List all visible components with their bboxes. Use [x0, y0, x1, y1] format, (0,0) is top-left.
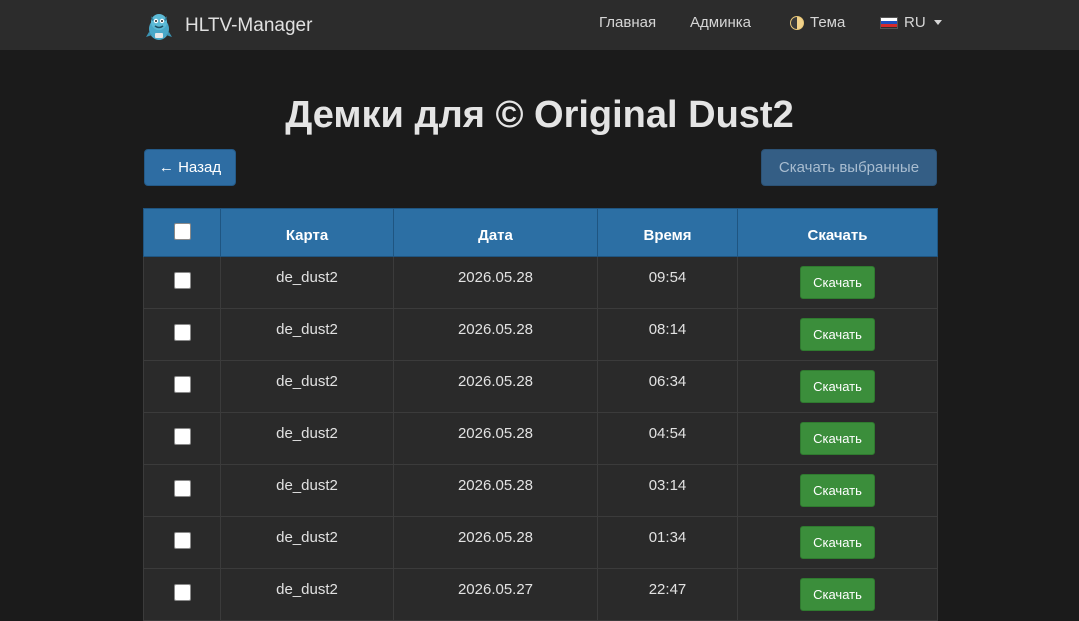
cell-date: 2026.05.28 [393, 464, 598, 517]
row-checkbox[interactable] [173, 480, 191, 497]
navbar: HLTV-Manager Главная Админка Тема RU [0, 0, 1079, 50]
hltv-logo-icon [146, 14, 172, 40]
cell-time: 09:54 [597, 256, 738, 309]
row-select-cell [143, 516, 221, 569]
cell-date: 2026.05.28 [393, 256, 598, 309]
cell-map: de_dust2 [220, 308, 394, 361]
cell-date: 2026.05.28 [393, 308, 598, 361]
download-button[interactable]: Скачать [800, 422, 875, 455]
download-selected-button[interactable]: Скачать выбранные [761, 149, 937, 186]
download-button[interactable]: Скачать [800, 318, 875, 351]
table-row: de_dust2 2026.05.28 08:14 Скачать [143, 308, 938, 361]
download-button[interactable]: Скачать [800, 370, 875, 403]
theme-toggle-icon [790, 15, 804, 30]
cell-download: Скачать [737, 308, 938, 361]
select-all-checkbox[interactable] [173, 223, 191, 240]
russia-flag-icon [880, 16, 898, 29]
header-map: Карта [220, 208, 394, 257]
row-select-cell [143, 360, 221, 413]
cell-download: Скачать [737, 256, 938, 309]
language-label: RU [904, 14, 926, 31]
theme-label: Тема [810, 14, 846, 31]
cell-time: 01:34 [597, 516, 738, 569]
download-button[interactable]: Скачать [800, 266, 875, 299]
cell-download: Скачать [737, 360, 938, 413]
row-checkbox[interactable] [173, 428, 191, 445]
cell-map: de_dust2 [220, 412, 394, 465]
table-row: de_dust2 2026.05.28 04:54 Скачать [143, 412, 938, 465]
cell-time: 04:54 [597, 412, 738, 465]
theme-toggle[interactable]: Тема [790, 14, 845, 31]
row-select-cell [143, 308, 221, 361]
row-select-cell [143, 464, 221, 517]
row-select-cell [143, 412, 221, 465]
row-checkbox[interactable] [173, 376, 191, 393]
header-select-all [143, 208, 221, 257]
download-button[interactable]: Скачать [800, 474, 875, 507]
row-checkbox[interactable] [173, 584, 191, 601]
cell-download: Скачать [737, 464, 938, 517]
row-checkbox[interactable] [173, 532, 191, 549]
language-dropdown[interactable]: RU [880, 14, 942, 31]
row-checkbox[interactable] [173, 324, 191, 341]
caret-down-icon [933, 20, 942, 25]
table-row: de_dust2 2026.05.28 03:14 Скачать [143, 464, 938, 517]
table-row: de_dust2 2026.05.28 09:54 Скачать [143, 256, 938, 309]
demos-table: Карта Дата Время Скачать de_dust2 2026.0… [143, 208, 938, 621]
cell-map: de_dust2 [220, 360, 394, 413]
cell-download: Скачать [737, 412, 938, 465]
cell-time: 06:34 [597, 360, 738, 413]
brand-name: HLTV-Manager [185, 15, 313, 36]
download-button[interactable]: Скачать [800, 578, 875, 611]
row-checkbox[interactable] [173, 272, 191, 289]
page-title: Демки для © Original Dust2 [285, 94, 794, 136]
nav-admin-label: Админка [690, 14, 751, 31]
nav-admin-link[interactable]: Админка [690, 14, 751, 31]
brand-link[interactable]: HLTV-Manager [143, 10, 312, 42]
download-button[interactable]: Скачать [800, 526, 875, 559]
nav-home-link[interactable]: Главная [599, 14, 656, 31]
back-button[interactable]: ← Назад [144, 149, 236, 186]
cell-time: 03:14 [597, 464, 738, 517]
row-select-cell [143, 256, 221, 309]
header-date: Дата [393, 208, 598, 257]
table-row: de_dust2 2026.05.28 01:34 Скачать [143, 516, 938, 569]
cell-date: 2026.05.28 [393, 360, 598, 413]
cell-map: de_dust2 [220, 516, 394, 569]
cell-map: de_dust2 [220, 256, 394, 309]
cell-time: 08:14 [597, 308, 738, 361]
cell-download: Скачать [737, 516, 938, 569]
header-time: Время [597, 208, 738, 257]
table-row: de_dust2 2026.05.28 06:34 Скачать [143, 360, 938, 413]
nav-home-label: Главная [599, 14, 657, 31]
cell-date: 2026.05.28 [393, 412, 598, 465]
cell-map: de_dust2 [220, 464, 394, 517]
header-download: Скачать [737, 208, 938, 257]
cell-date: 2026.05.28 [393, 516, 598, 569]
table-header-row: Карта Дата Время Скачать [143, 208, 938, 257]
